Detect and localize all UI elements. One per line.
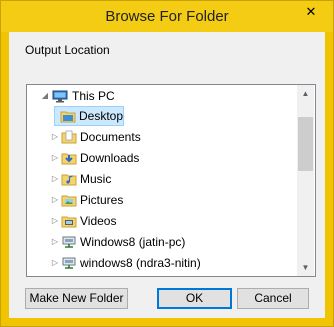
tree-item-videos[interactable]: ▷ Videos <box>27 211 297 231</box>
tree-item-label: Windows8 (jatin-pc) <box>80 235 186 249</box>
tree-item-documents[interactable]: ▷ Documents <box>27 127 297 147</box>
videos-folder-icon <box>61 213 77 229</box>
vertical-scrollbar[interactable]: ▲ ▼ <box>297 85 314 276</box>
description-label: Output Location <box>25 43 110 57</box>
close-icon: ✕ <box>305 4 317 19</box>
tree-item-label: Desktop <box>79 109 124 123</box>
tree-item-desktop[interactable]: Desktop <box>27 106 297 126</box>
folder-tree[interactable]: ◢ This PC Desktop ▷ Documents ▷ Download… <box>26 84 316 277</box>
tree-item-network-drive[interactable]: ▷ windows8 (ndra3-nitin) <box>27 253 297 273</box>
this-pc-icon <box>52 88 68 104</box>
expand-arrow-icon[interactable]: ▷ <box>50 169 60 189</box>
tree-item-label: Documents <box>80 130 141 144</box>
ok-button[interactable]: OK <box>157 288 232 309</box>
scroll-thumb[interactable] <box>298 117 313 171</box>
downloads-folder-icon <box>61 150 77 166</box>
title-bar[interactable]: Browse For Folder ✕ <box>1 1 333 32</box>
pictures-folder-icon <box>61 192 77 208</box>
expand-arrow-icon[interactable]: ▷ <box>50 232 60 252</box>
tree-item-label: Videos <box>80 214 117 228</box>
scroll-down-icon[interactable]: ▼ <box>297 259 314 276</box>
documents-folder-icon <box>61 129 77 145</box>
tree-item-label: Music <box>80 172 112 186</box>
expand-arrow-icon[interactable]: ▷ <box>50 127 60 147</box>
scroll-up-icon[interactable]: ▲ <box>297 85 314 102</box>
network-drive-icon <box>61 234 77 250</box>
tree-item-label: windows8 (ndra3-nitin) <box>80 256 201 270</box>
browse-for-folder-dialog: Browse For Folder ✕ Output Location ◢ Th… <box>0 0 334 327</box>
dialog-body: Output Location ◢ This PC Desktop ▷ Docu… <box>9 32 325 318</box>
make-new-folder-button[interactable]: Make New Folder <box>25 288 128 309</box>
tree-item-label: Pictures <box>80 193 124 207</box>
tree-item-network-drive[interactable]: ▷ Windows8 (jatin-pc) <box>27 232 297 252</box>
close-button[interactable]: ✕ <box>294 2 328 22</box>
tree-item-downloads[interactable]: ▷ Downloads <box>27 148 297 168</box>
tree-item-pictures[interactable]: ▷ Pictures <box>27 190 297 210</box>
tree-item-label: This PC <box>72 89 115 103</box>
expand-arrow-icon[interactable]: ▷ <box>50 148 60 168</box>
music-folder-icon <box>61 171 77 187</box>
tree-item-this-pc[interactable]: ◢ This PC <box>27 86 297 106</box>
desktop-folder-icon <box>60 108 76 124</box>
expand-arrow-icon[interactable]: ▷ <box>50 190 60 210</box>
expand-arrow-icon[interactable]: ▷ <box>50 253 60 273</box>
tree-item-label: Downloads <box>80 151 140 165</box>
cancel-button[interactable]: Cancel <box>237 288 309 309</box>
network-drive-icon <box>61 255 77 271</box>
expand-arrow-icon[interactable]: ▷ <box>50 211 60 231</box>
tree-item-music[interactable]: ▷ Music <box>27 169 297 189</box>
dialog-title: Browse For Folder <box>105 8 229 25</box>
collapse-arrow-icon[interactable]: ◢ <box>40 86 50 106</box>
